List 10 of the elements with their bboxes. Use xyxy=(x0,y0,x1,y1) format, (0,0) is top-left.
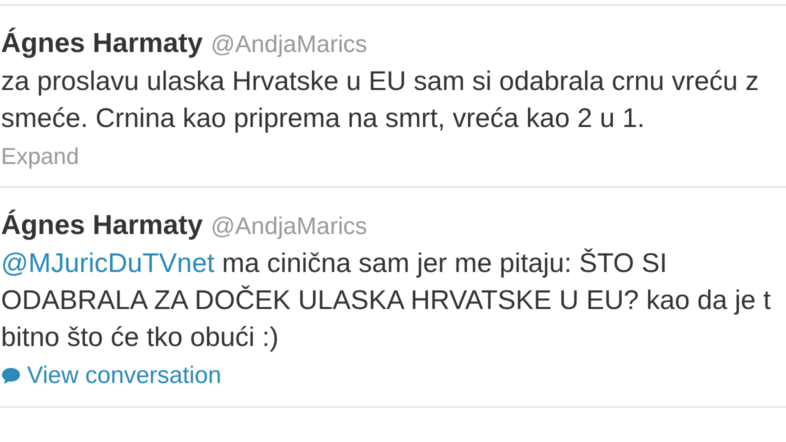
user-handle[interactable]: @AndjaMarics xyxy=(210,208,368,245)
tweet-text: za proslavu ulaska Hrvatske u EU sam si odabrala crnu vreću z smeće. Crnina kao priprema na smrt, vreća kao 2 u 1. xyxy=(1,65,760,136)
view-conversation-link[interactable]: View conversation xyxy=(1,358,222,394)
expand-link[interactable]: Expand xyxy=(1,139,80,174)
tweet-text: @MJuricDuTVnet ma cinična sam jer me pitaju: ŠTO SI ODABRALA ZA DOČEK ULASKA HRVATSKE U EU? kao da je t bitno što će tko obući :) xyxy=(1,247,772,354)
user-name[interactable]: Ágnes Harmaty xyxy=(1,22,203,64)
user-name[interactable]: Ágnes Harmaty xyxy=(1,204,203,245)
speech-bubble-icon xyxy=(1,367,21,385)
user-handle[interactable]: @AndjaMarics xyxy=(210,27,368,63)
mention-link[interactable]: @MJuricDuTVnet xyxy=(1,248,214,278)
